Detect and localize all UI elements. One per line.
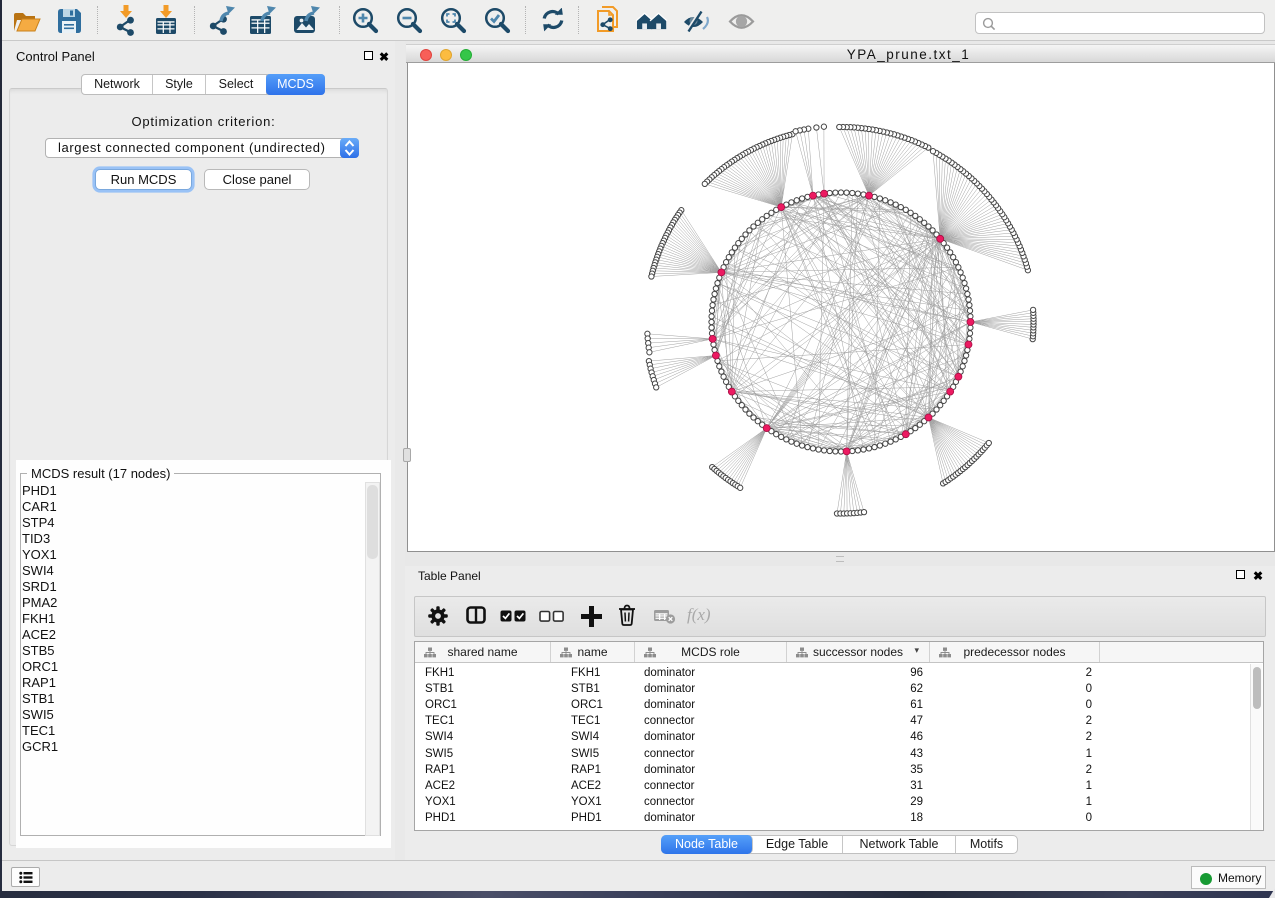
- svg-text:f(x): f(x): [687, 605, 711, 624]
